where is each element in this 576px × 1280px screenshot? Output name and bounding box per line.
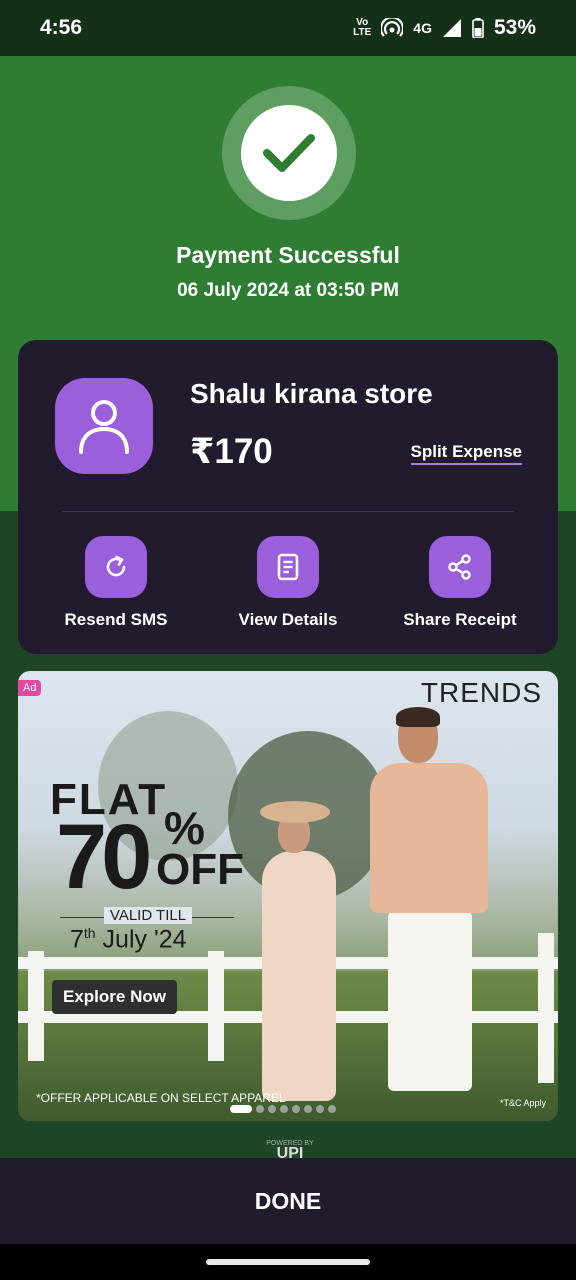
system-navigation-bar — [0, 1244, 576, 1280]
ad-carousel-indicator[interactable] — [230, 1105, 336, 1113]
ad-off-text: OFF — [156, 845, 244, 894]
merchant-avatar — [55, 378, 153, 474]
ad-model-man — [368, 707, 498, 1091]
view-details-button[interactable]: View Details — [208, 536, 368, 630]
resend-sms-icon-button[interactable] — [85, 536, 147, 598]
explore-now-button[interactable]: Explore Now — [52, 980, 177, 1014]
document-icon — [277, 553, 299, 581]
ad-model-woman — [256, 801, 356, 1101]
share-receipt-button[interactable]: Share Receipt — [380, 536, 540, 630]
view-details-icon-button[interactable] — [257, 536, 319, 598]
view-details-label: View Details — [238, 610, 338, 629]
status-icons: Vo LTE 4G 53% — [353, 16, 536, 40]
ad-disclaimer: *OFFER APPLICABLE ON SELECT APPAREL — [36, 1091, 286, 1105]
ad-fence-post — [538, 933, 554, 1083]
ad-tnc: *T&C Apply — [499, 1098, 546, 1108]
carousel-dot-active[interactable] — [230, 1105, 252, 1113]
home-indicator[interactable] — [206, 1259, 370, 1265]
ad-tag: Ad — [18, 680, 42, 696]
carousel-dot[interactable] — [316, 1105, 324, 1113]
payment-datetime: 06 July 2024 at 03:50 PM — [177, 280, 399, 301]
merchant-name: Shalu kirana store — [190, 378, 433, 409]
carousel-dot[interactable] — [280, 1105, 288, 1113]
hotspot-icon — [381, 18, 404, 37]
transaction-card: Shalu kirana store ₹170 Split Expense Re… — [18, 340, 558, 654]
ad-brand-logo: TRENDS — [420, 677, 542, 708]
checkmark-icon — [263, 134, 315, 172]
carousel-dot[interactable] — [304, 1105, 312, 1113]
resend-sms-label: Resend SMS — [64, 610, 168, 629]
done-button-label: DONE — [254, 1187, 322, 1214]
split-expense-link[interactable]: Split Expense — [410, 442, 522, 465]
ad-fence-post — [28, 951, 44, 1061]
ad-discount-number: 70 — [56, 806, 152, 908]
volte-icon: Vo LTE — [353, 17, 372, 38]
user-icon — [79, 400, 129, 454]
refresh-icon — [106, 555, 126, 577]
done-button[interactable]: DONE — [0, 1158, 576, 1244]
share-receipt-label: Share Receipt — [403, 610, 517, 629]
status-time: 4:56 — [40, 16, 83, 39]
signal-icon — [442, 19, 461, 37]
ad-valid-till: VALID TILL — [58, 907, 238, 924]
status-bar: 4:56 Vo LTE 4G 53% — [0, 0, 576, 56]
carousel-dot[interactable] — [268, 1105, 276, 1113]
card-divider — [62, 511, 514, 512]
upi-logo: POWERED BY UPI — [266, 1140, 314, 1158]
share-receipt-icon-button[interactable] — [429, 536, 491, 598]
success-check-circle — [241, 105, 337, 201]
carousel-dot[interactable] — [256, 1105, 264, 1113]
network-type: 4G — [413, 20, 432, 36]
success-badge — [222, 86, 356, 220]
resend-sms-button[interactable]: Resend SMS — [36, 536, 196, 630]
carousel-dot[interactable] — [292, 1105, 300, 1113]
ad-valid-date: 7th July '24 — [70, 925, 187, 954]
battery-percent: 53% — [493, 16, 536, 39]
carousel-dot[interactable] — [328, 1105, 336, 1113]
battery-icon — [472, 18, 484, 38]
ad-fence-post — [208, 951, 224, 1061]
payment-status-title: Payment Successful — [176, 242, 400, 268]
ad-banner[interactable]: Ad TRENDS FLAT % 70 OFF VALID TILL 7th J… — [18, 671, 558, 1121]
share-icon — [448, 554, 471, 580]
payment-amount: ₹170 — [190, 432, 273, 471]
